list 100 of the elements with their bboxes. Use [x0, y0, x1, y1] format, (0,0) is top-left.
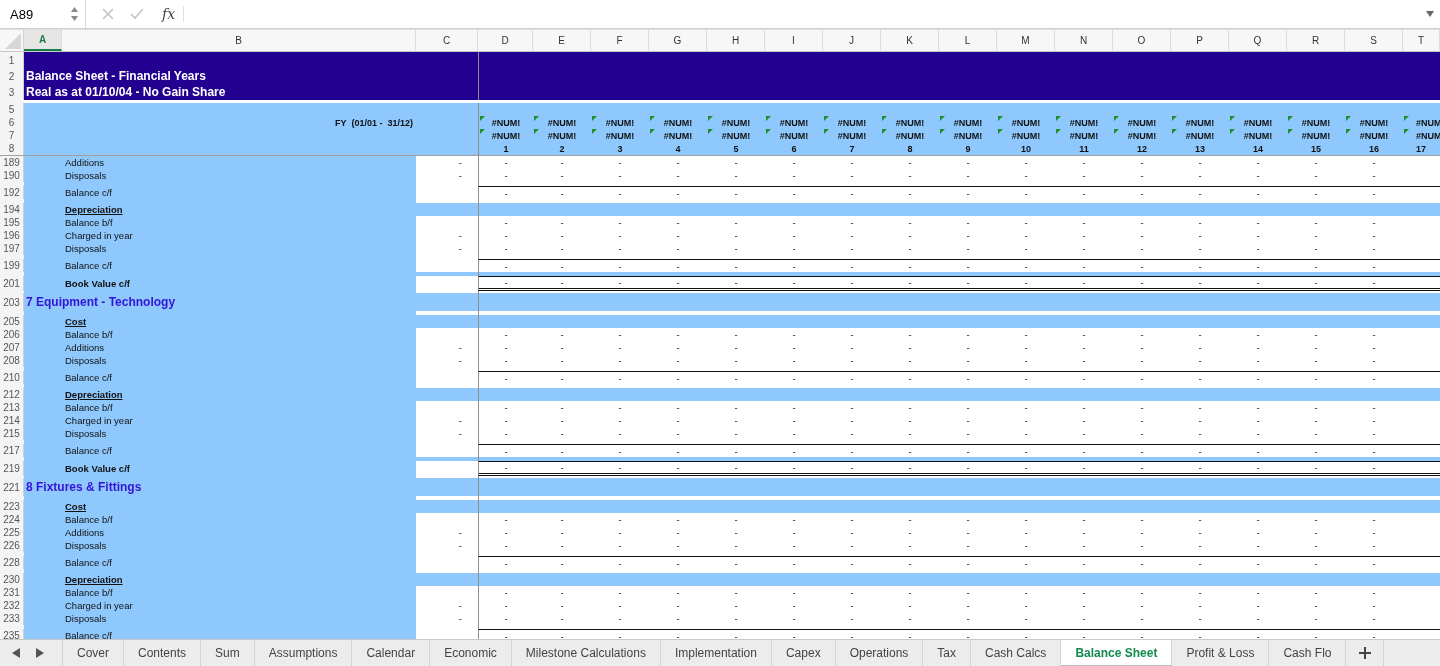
column-header[interactable]: T [1403, 30, 1440, 51]
row-number[interactable]: 225 [0, 526, 24, 539]
sheet-tab[interactable]: Profit & Loss [1172, 640, 1270, 666]
cell-value: - [1313, 216, 1319, 229]
sheet-tab[interactable]: Capex [771, 640, 836, 666]
row-number[interactable]: 231 [0, 586, 24, 599]
row-number[interactable]: 210 [0, 371, 24, 384]
previous-sheet-icon[interactable] [12, 648, 20, 658]
column-header[interactable]: S [1345, 30, 1403, 51]
sheet-tab[interactable]: Economic [430, 640, 512, 666]
row-number[interactable]: 214 [0, 414, 24, 427]
caret-icon[interactable] [1426, 11, 1434, 17]
sheet-tab[interactable]: Cover [63, 640, 124, 666]
row-number[interactable]: 6 [0, 116, 24, 129]
sheet-tab[interactable]: Assumptions [254, 640, 353, 666]
row-number[interactable]: 199 [0, 259, 24, 272]
row-number[interactable]: 224 [0, 513, 24, 526]
column-header[interactable]: J [823, 30, 881, 51]
check-icon[interactable] [130, 8, 144, 20]
cell-value: - [1255, 401, 1261, 414]
row-number[interactable]: 207 [0, 341, 24, 354]
column-header[interactable]: G [649, 30, 707, 51]
cell-value: - [1255, 612, 1261, 625]
cell-value: - [1313, 354, 1319, 367]
cell-value: - [1371, 539, 1377, 552]
sheet-tab[interactable]: Implementation [660, 640, 772, 666]
sheet-tab[interactable]: Tax [923, 640, 971, 666]
error-value: #NUM! [1243, 117, 1273, 128]
column-header[interactable]: L [939, 30, 997, 51]
row-number[interactable]: 228 [0, 556, 24, 569]
column-header[interactable]: F [591, 30, 649, 51]
name-box[interactable]: A89 [0, 0, 86, 28]
row-label: Book Value c/f [24, 461, 416, 476]
cell-value: - [791, 612, 797, 625]
row-number[interactable]: 197 [0, 242, 24, 255]
column-header[interactable]: P [1171, 30, 1229, 51]
row-number[interactable]: 205 [0, 315, 24, 328]
column-header[interactable]: I [765, 30, 823, 51]
row-number[interactable]: 206 [0, 328, 24, 341]
cell-value: - [457, 427, 463, 440]
row-number[interactable]: 233 [0, 612, 24, 625]
row-number[interactable]: 189 [0, 156, 24, 169]
row-number[interactable]: 190 [0, 169, 24, 182]
row-number[interactable]: 1 [0, 52, 24, 68]
row-number[interactable]: 194 [0, 203, 24, 216]
sheet-tab[interactable]: Sum [201, 640, 255, 666]
column-header[interactable]: O [1113, 30, 1171, 51]
year-index: 13 [1195, 143, 1205, 154]
row-number[interactable]: 195 [0, 216, 24, 229]
row-number[interactable]: 217 [0, 444, 24, 457]
column-header[interactable]: K [881, 30, 939, 51]
row-number[interactable]: 226 [0, 539, 24, 552]
row-number[interactable]: 201 [0, 276, 24, 291]
column-header[interactable]: R [1287, 30, 1345, 51]
cell-value: - [733, 216, 739, 229]
row-number[interactable]: 5 [0, 103, 24, 116]
sheet-tab[interactable]: Cash Flo [1269, 640, 1347, 666]
row-number[interactable]: 212 [0, 388, 24, 401]
row-number[interactable]: 8 [0, 142, 24, 155]
row-number[interactable]: 2 [0, 68, 24, 84]
column-header[interactable]: E [533, 30, 591, 51]
column-header[interactable]: H [707, 30, 765, 51]
row-number[interactable]: 3 [0, 84, 24, 100]
column-header[interactable]: M [997, 30, 1055, 51]
column-header[interactable]: N [1055, 30, 1113, 51]
cell-value: - [733, 586, 739, 599]
row-number[interactable]: 203 [0, 293, 24, 311]
column-header[interactable]: C [416, 30, 478, 51]
row-number[interactable]: 219 [0, 461, 24, 476]
sheet-tab[interactable]: Calendar [352, 640, 431, 666]
column-header[interactable]: D [478, 30, 533, 51]
row-number[interactable]: 221 [0, 478, 24, 496]
sheet-tab[interactable]: Operations [835, 640, 924, 666]
cell-value: - [457, 229, 463, 242]
cell-value: - [907, 216, 913, 229]
row-number[interactable]: 196 [0, 229, 24, 242]
cell-value: - [849, 229, 855, 242]
cell-value: - [457, 242, 463, 255]
cell-value: - [849, 513, 855, 526]
row-number[interactable]: 215 [0, 427, 24, 440]
column-header[interactable]: A [24, 30, 62, 51]
cell-value: - [617, 169, 623, 182]
row-number[interactable]: 7 [0, 129, 24, 142]
row-number[interactable]: 232 [0, 599, 24, 612]
error-value: #NUM! [1011, 130, 1041, 141]
row-number[interactable]: 192 [0, 186, 24, 199]
cell-value: - [1081, 513, 1087, 526]
row-number[interactable]: 223 [0, 500, 24, 513]
insert-function-button[interactable]: fx [162, 6, 185, 22]
column-header[interactable]: B [62, 30, 416, 51]
row-number[interactable]: 213 [0, 401, 24, 414]
sheet-tab[interactable]: Milestone Calculations [511, 640, 661, 666]
column-header[interactable]: Q [1229, 30, 1287, 51]
sheet-tab[interactable]: Balance Sheet [1061, 640, 1173, 666]
row-number[interactable]: 208 [0, 354, 24, 367]
cell-value: - [478, 229, 533, 242]
cell-value: - [1197, 354, 1203, 367]
next-sheet-icon[interactable] [36, 648, 44, 658]
row-number[interactable]: 230 [0, 573, 24, 586]
sheet-tab[interactable]: Contents [124, 640, 202, 666]
